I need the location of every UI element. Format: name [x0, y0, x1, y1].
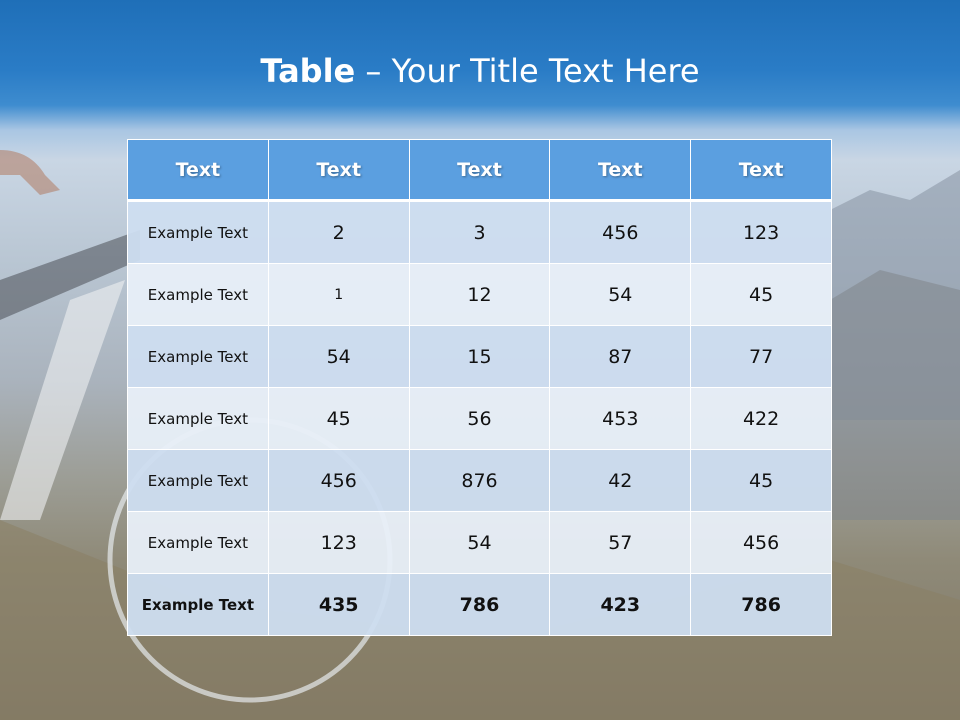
- table-header-row: Text Text Text Text Text: [127, 139, 832, 201]
- table-cell: 54: [549, 263, 692, 326]
- table-cell: 54: [267, 325, 410, 388]
- table-row: Example Text 456 876 42 45: [127, 449, 832, 512]
- title-rest: – Your Title Text Here: [355, 52, 700, 90]
- table-cell: 456: [690, 511, 832, 574]
- column-header: Text: [267, 139, 410, 201]
- table-cell: 3: [408, 199, 551, 264]
- table-cell: 54: [408, 511, 551, 574]
- row-label: Example Text: [127, 263, 269, 326]
- data-table: Text Text Text Text Text Example Text 2 …: [127, 139, 832, 636]
- table-cell: 45: [690, 449, 832, 512]
- table-row: Example Text 45 56 453 422: [127, 387, 832, 450]
- table-cell: 56: [408, 387, 551, 450]
- slide-title: Table – Your Title Text Here: [0, 52, 960, 90]
- table-cell: 435: [267, 573, 410, 636]
- table-total-row: Example Text 435 786 423 786: [127, 573, 832, 636]
- title-bold: Table: [260, 52, 356, 90]
- table-cell: 87: [549, 325, 692, 388]
- table-cell: 45: [690, 263, 832, 326]
- table-cell: 123: [267, 511, 410, 574]
- column-header: Text: [690, 139, 832, 201]
- table-cell: 786: [408, 573, 551, 636]
- table-cell: 456: [267, 449, 410, 512]
- row-label: Example Text: [127, 573, 269, 636]
- table-cell: 786: [690, 573, 832, 636]
- table-row: Example Text 54 15 87 77: [127, 325, 832, 388]
- table-cell: 876: [408, 449, 551, 512]
- table-row: Example Text 1 12 54 45: [127, 263, 832, 326]
- row-label: Example Text: [127, 325, 269, 388]
- table-cell: 453: [549, 387, 692, 450]
- column-header: Text: [408, 139, 551, 201]
- row-label: Example Text: [127, 387, 269, 450]
- table-cell: 123: [690, 199, 832, 264]
- table-cell: 42: [549, 449, 692, 512]
- table-cell: 1: [267, 263, 410, 326]
- table-row: Example Text 2 3 456 123: [127, 199, 832, 264]
- table-cell: 2: [267, 199, 410, 264]
- table-cell: 77: [690, 325, 832, 388]
- slide: Table – Your Title Text Here Text Text T…: [0, 0, 960, 720]
- table-row: Example Text 123 54 57 456: [127, 511, 832, 574]
- table-cell: 15: [408, 325, 551, 388]
- column-header: Text: [127, 139, 269, 201]
- table-cell: 12: [408, 263, 551, 326]
- column-header: Text: [549, 139, 692, 201]
- table-cell: 423: [549, 573, 692, 636]
- row-label: Example Text: [127, 449, 269, 512]
- table-cell: 422: [690, 387, 832, 450]
- table-cell: 456: [549, 199, 692, 264]
- row-label: Example Text: [127, 199, 269, 264]
- table-cell: 45: [267, 387, 410, 450]
- row-label: Example Text: [127, 511, 269, 574]
- table-cell: 57: [549, 511, 692, 574]
- data-table-container: Text Text Text Text Text Example Text 2 …: [127, 139, 832, 636]
